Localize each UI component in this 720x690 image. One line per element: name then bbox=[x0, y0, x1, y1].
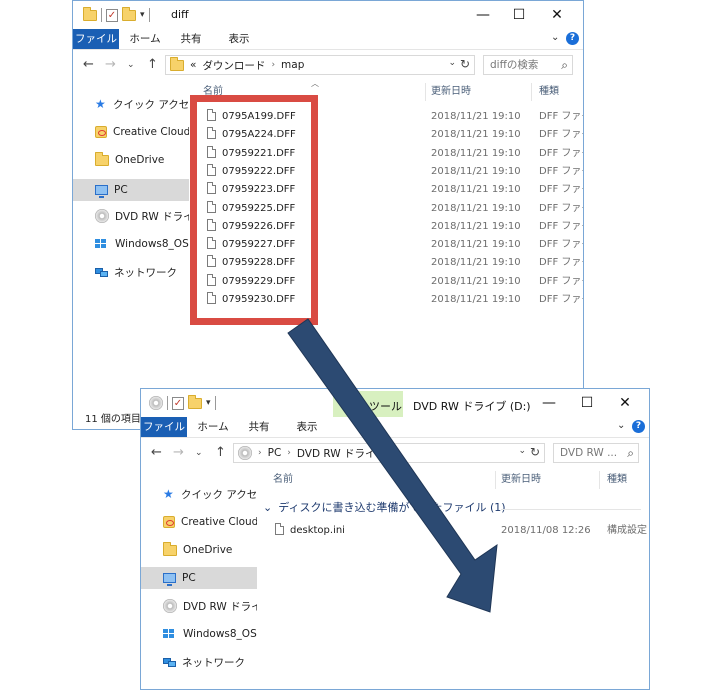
arrow-icon bbox=[287, 318, 498, 613]
copy-arrow bbox=[287, 318, 498, 613]
